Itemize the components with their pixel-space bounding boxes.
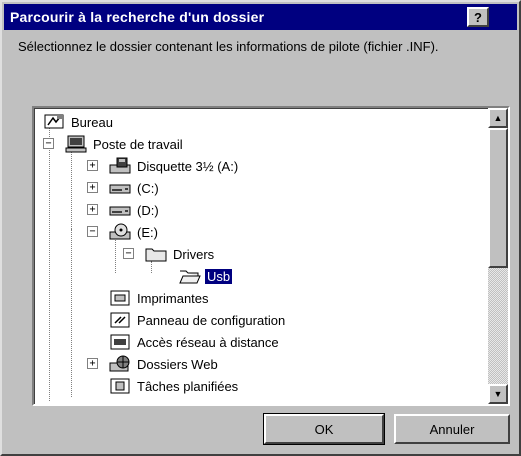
floppy-drive-icon: [109, 157, 131, 175]
tree-item[interactable]: Tâches planifiées: [109, 375, 240, 397]
tree-item-label: Dossiers Web: [137, 356, 218, 372]
tree-item-label: Drivers: [173, 246, 215, 262]
tree-item-label: Poste de travail: [93, 136, 183, 152]
tree-item[interactable]: + Disquette 3½ (A:): [87, 155, 240, 177]
tree-connector: [49, 127, 50, 401]
tree-item-label: Panneau de configuration: [137, 312, 286, 328]
computer-icon: [65, 135, 87, 153]
tree-item[interactable]: + (D:): [87, 199, 161, 221]
tree-item[interactable]: Panneau de configuration: [109, 309, 287, 331]
folder-tree[interactable]: −Bureau−Poste de travail+Disquette 3½ (A…: [32, 106, 510, 406]
tree-item[interactable]: + (C:): [87, 177, 161, 199]
tree-item[interactable]: + Dossiers Web: [87, 353, 220, 375]
hard-drive-icon: [109, 201, 131, 219]
scheduled-tasks-icon: [109, 377, 131, 395]
cancel-button[interactable]: Annuler: [394, 414, 510, 444]
ok-button[interactable]: OK: [263, 413, 385, 445]
scroll-down-arrow-icon[interactable]: ▼: [488, 384, 508, 404]
dialog-title: Parcourir à la recherche d'un dossier: [10, 9, 265, 25]
expand-icon[interactable]: +: [87, 160, 98, 171]
tree-item-label: Accès réseau à distance: [137, 334, 279, 350]
expand-icon[interactable]: +: [87, 182, 98, 193]
tree-item[interactable]: Accès réseau à distance: [109, 331, 281, 353]
desktop-icon: [43, 113, 65, 131]
tree-item-label: (D:): [137, 202, 159, 218]
collapse-icon[interactable]: −: [87, 226, 98, 237]
collapse-icon[interactable]: −: [123, 248, 134, 259]
tree-item-label: (E:): [137, 224, 158, 240]
tree-item[interactable]: −Bureau: [43, 111, 115, 133]
cd-drive-icon: [109, 223, 131, 241]
tree-connector: [71, 229, 72, 397]
scroll-thumb[interactable]: [488, 128, 508, 268]
vertical-scrollbar[interactable]: ▲ ▼: [488, 108, 508, 404]
scroll-up-arrow-icon[interactable]: ▲: [488, 108, 508, 128]
control-panel-icon: [109, 311, 131, 329]
tree-item-label: (C:): [137, 180, 159, 196]
expand-icon[interactable]: +: [87, 358, 98, 369]
help-button[interactable]: ?: [467, 7, 489, 27]
open-folder-icon: [179, 267, 201, 285]
tree-item-label: Disquette 3½ (A:): [137, 158, 239, 174]
expand-icon[interactable]: +: [87, 204, 98, 215]
tree-item-label: Tâches planifiées: [137, 378, 239, 394]
tree-item-label: Imprimantes: [137, 290, 209, 306]
tree-item[interactable]: Usb: [179, 265, 234, 287]
browse-folder-dialog: Parcourir à la recherche d'un dossier ? …: [0, 0, 521, 456]
tree-item-label: Bureau: [71, 114, 113, 130]
tree-item-label: Usb: [203, 267, 234, 285]
folder-icon: [145, 245, 167, 263]
tree-item[interactable]: − Poste de travail: [43, 133, 185, 155]
instruction-text: Sélectionnez le dossier contenant les in…: [18, 39, 439, 54]
tree-item[interactable]: − Drivers: [123, 243, 216, 265]
web-folders-icon: [109, 355, 131, 373]
tree-item[interactable]: Imprimantes: [109, 287, 211, 309]
collapse-icon[interactable]: −: [43, 138, 54, 149]
dialup-networking-icon: [109, 333, 131, 351]
tree-item[interactable]: − (E:): [87, 221, 160, 243]
hard-drive-icon: [109, 179, 131, 197]
title-bar[interactable]: Parcourir à la recherche d'un dossier ?: [4, 4, 517, 30]
tree-connector: [71, 145, 72, 229]
tree-view-area: −Bureau−Poste de travail+Disquette 3½ (A…: [34, 108, 488, 404]
printers-folder-icon: [109, 289, 131, 307]
